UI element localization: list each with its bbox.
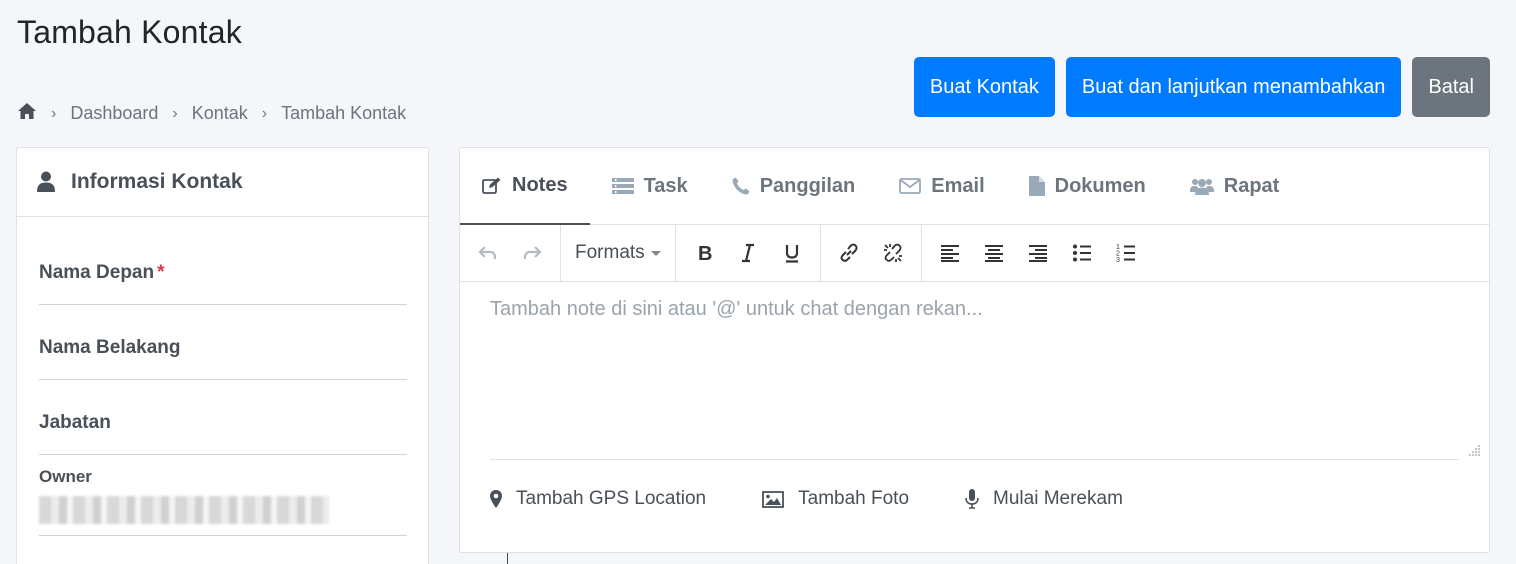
svg-text:B: B bbox=[698, 243, 712, 264]
edit-icon bbox=[482, 177, 501, 194]
bullet-list-icon bbox=[1072, 244, 1091, 262]
tab-rapat[interactable]: Rapat bbox=[1168, 148, 1302, 224]
first-name-field[interactable]: Nama Depan * bbox=[39, 262, 407, 305]
bullet-list-button[interactable] bbox=[1060, 233, 1104, 273]
users-icon bbox=[1189, 179, 1214, 195]
create-contact-button[interactable]: Buat Kontak bbox=[913, 57, 1055, 117]
cancel-button[interactable]: Batal bbox=[1412, 57, 1490, 117]
timeline-line bbox=[507, 553, 508, 564]
home-icon[interactable] bbox=[17, 102, 37, 125]
envelope-icon bbox=[899, 178, 922, 194]
link-button[interactable] bbox=[827, 233, 871, 273]
map-marker-icon bbox=[490, 490, 502, 508]
user-icon bbox=[37, 171, 55, 192]
owner-label: Owner bbox=[39, 467, 92, 486]
resize-handle-icon[interactable] bbox=[1469, 444, 1481, 456]
chevron-right-icon: › bbox=[172, 104, 178, 122]
numbered-list-icon: 123 bbox=[1116, 244, 1135, 264]
breadcrumb: › Dashboard › Kontak › Tambah Kontak bbox=[17, 102, 406, 125]
tab-email[interactable]: Email bbox=[877, 148, 1006, 224]
activity-card: Notes Task Panggilan Email Dokumen Rapat… bbox=[459, 147, 1490, 553]
svg-text:3: 3 bbox=[1116, 257, 1120, 264]
list-icon bbox=[611, 178, 634, 194]
contact-info-title: Informasi Kontak bbox=[71, 170, 243, 193]
required-mark: * bbox=[157, 262, 165, 283]
formats-label: Formats bbox=[575, 242, 645, 263]
last-name-label: Nama Belakang bbox=[39, 337, 181, 358]
chevron-right-icon: › bbox=[51, 104, 57, 122]
align-center-button[interactable] bbox=[972, 233, 1016, 273]
activity-tabs: Notes Task Panggilan Email Dokumen Rapat bbox=[460, 148, 1489, 225]
page-title: Tambah Kontak bbox=[17, 14, 242, 50]
owner-value-redacted bbox=[39, 496, 329, 524]
note-editor[interactable]: Tambah note di sini atau '@' untuk chat … bbox=[490, 298, 1459, 460]
first-name-label: Nama Depan bbox=[39, 262, 155, 283]
editor-toolbar: Formats B 1 2 3 bbox=[460, 225, 1489, 282]
redo-button[interactable] bbox=[510, 233, 554, 273]
add-gps-button[interactable]: Tambah GPS Location bbox=[490, 488, 706, 510]
tab-panggilan[interactable]: Panggilan bbox=[710, 148, 878, 224]
align-center-icon bbox=[984, 245, 1003, 262]
note-extras: Tambah GPS Location Tambah Foto Mulai Me… bbox=[490, 488, 1123, 510]
chevron-down-icon bbox=[650, 250, 661, 256]
align-right-button[interactable] bbox=[1016, 233, 1060, 273]
tab-dokumen[interactable]: Dokumen bbox=[1007, 148, 1168, 224]
formats-dropdown[interactable]: Formats bbox=[567, 242, 669, 264]
undo-button[interactable] bbox=[466, 233, 510, 273]
tab-notes[interactable]: Notes bbox=[460, 148, 590, 225]
align-left-icon bbox=[940, 245, 959, 262]
breadcrumb-current: Tambah Kontak bbox=[281, 103, 407, 123]
chevron-right-icon: › bbox=[261, 104, 268, 122]
tab-task[interactable]: Task bbox=[590, 148, 710, 224]
microphone-icon bbox=[965, 489, 979, 509]
phone-icon bbox=[732, 177, 750, 195]
redo-icon bbox=[523, 246, 542, 259]
contact-info-card: Informasi Kontak Nama Depan * Nama Belaka… bbox=[16, 147, 429, 564]
italic-button[interactable] bbox=[726, 233, 770, 273]
numbered-list-button[interactable]: 123 bbox=[1104, 233, 1148, 273]
bold-button[interactable]: B bbox=[682, 233, 726, 273]
position-label: Jabatan bbox=[39, 412, 111, 433]
file-icon bbox=[1028, 176, 1045, 196]
breadcrumb-kontak[interactable]: Kontak bbox=[192, 103, 248, 124]
bold-icon: B bbox=[698, 243, 712, 264]
owner-field[interactable]: Owner bbox=[39, 467, 407, 536]
unlink-button[interactable] bbox=[871, 233, 915, 273]
add-photo-button[interactable]: Tambah Foto bbox=[762, 488, 909, 510]
breadcrumb-dashboard[interactable]: Dashboard bbox=[70, 103, 158, 124]
unlink-icon bbox=[883, 243, 902, 262]
undo-icon bbox=[478, 246, 497, 259]
start-recording-button[interactable]: Mulai Merekam bbox=[965, 488, 1123, 510]
align-right-icon bbox=[1028, 245, 1047, 262]
contact-info-header: Informasi Kontak bbox=[17, 148, 428, 217]
create-continue-button[interactable]: Buat dan lanjutkan menambahkan bbox=[1065, 57, 1402, 117]
last-name-field[interactable]: Nama Belakang bbox=[39, 337, 407, 380]
action-buttons: Buat Kontak Buat dan lanjutkan menambahk… bbox=[913, 57, 1490, 117]
underline-icon bbox=[785, 245, 798, 263]
align-left-button[interactable] bbox=[928, 233, 972, 273]
link-icon bbox=[840, 243, 858, 262]
italic-icon bbox=[741, 243, 754, 263]
image-icon bbox=[762, 490, 785, 508]
editor-placeholder: Tambah note di sini atau '@' untuk chat … bbox=[490, 298, 983, 320]
position-field[interactable]: Jabatan bbox=[39, 412, 407, 455]
underline-button[interactable] bbox=[770, 233, 814, 273]
